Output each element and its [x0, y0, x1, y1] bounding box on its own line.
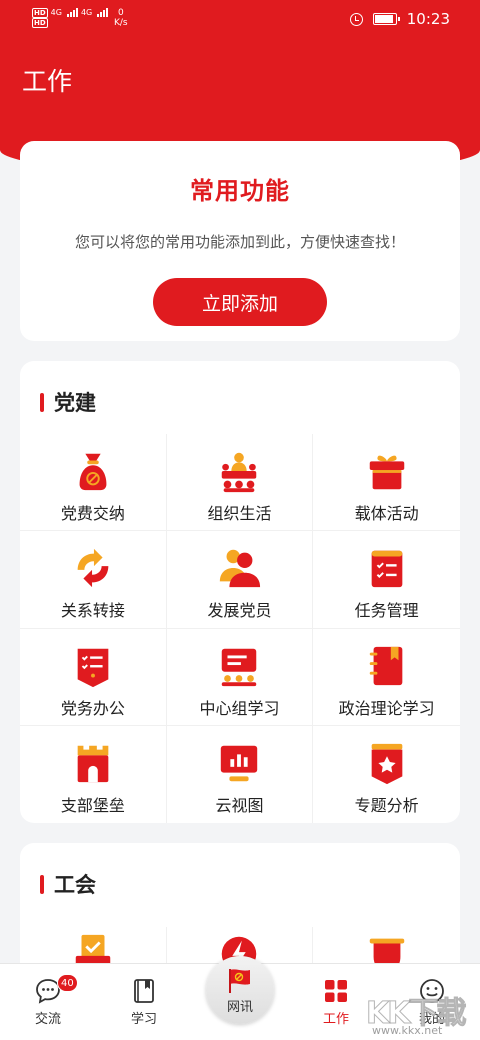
office-doc-icon — [77, 648, 109, 687]
moneybag-icon — [79, 453, 107, 491]
favorites-description: 您可以将您的常用功能添加到此，方便快速查找！ — [74, 233, 405, 251]
tab-study[interactable]: 学习 — [104, 978, 184, 1027]
signal-strength-icon — [97, 8, 109, 17]
signal-area: HD 4G 4G HD — [32, 7, 109, 28]
grid-item-center-group-study[interactable]: 中心组学习 — [166, 628, 314, 726]
chart-monitor-icon — [221, 745, 258, 781]
battery-icon — [372, 13, 400, 25]
grid-item-label: 党务办公 — [60, 698, 125, 718]
tab-exchange[interactable]: 交流 40 — [8, 974, 88, 1027]
tab-work[interactable]: 工作 — [296, 978, 376, 1027]
grid-item-political-theory[interactable]: 政治理论学习 — [313, 629, 460, 726]
tab-news[interactable]: 网讯 — [206, 956, 274, 1024]
party-flag-icon — [229, 969, 250, 993]
favorites-card: 常用功能 您可以将您的常用功能添加到此，方便快速查找！ 立即添加 — [20, 141, 460, 341]
grid-item-label: 关系转接 — [60, 601, 125, 621]
task-list-icon — [371, 551, 402, 588]
grid-item-label: 党费交纳 — [60, 504, 125, 523]
section-accent-bar — [40, 392, 44, 412]
clock: 10:23 — [406, 10, 450, 28]
grid-item-label: 云视图 — [215, 795, 264, 815]
status-bar: HD 4G 4G HD 0 K/s 10:23 — [0, 0, 480, 40]
favorites-title: 常用功能 — [190, 177, 290, 205]
grid-item-label: 支部堡垒 — [60, 795, 125, 815]
grid-item-cloud-view[interactable]: 云视图 — [167, 725, 314, 823]
hd-icon: HD — [32, 7, 48, 18]
star-badge-icon — [371, 743, 402, 784]
grid-item-carrier-activity[interactable]: 载体活动 — [313, 434, 460, 532]
grid-item-label: 发展党员 — [207, 601, 272, 621]
members-icon — [220, 550, 261, 588]
party-section: 党建 党费交纳 组织生活 载体活动 关系转接 发展党员 任务管理 党务办公 中心… — [20, 361, 460, 823]
grid-item-label: 专题分析 — [354, 795, 419, 815]
fortress-icon — [77, 745, 109, 782]
grid-item-label: 中心组学习 — [199, 698, 280, 718]
tab-label: 网讯 — [226, 1000, 253, 1015]
network-type-1: 4G — [50, 8, 62, 17]
hd-icon: HD — [32, 18, 48, 28]
party-section-header: 党建 — [40, 387, 96, 417]
section-accent-bar — [40, 874, 44, 894]
meeting-icon — [222, 452, 257, 493]
grid-item-label: 载体活动 — [354, 504, 419, 523]
party-function-grid: 党费交纳 组织生活 载体活动 关系转接 发展党员 任务管理 党务办公 中心组学习… — [20, 434, 460, 823]
union-section-title: 工会 — [54, 873, 96, 897]
unread-badge: 40 — [57, 974, 78, 992]
grid-item-org-life[interactable]: 组织生活 — [166, 434, 314, 532]
grid-item-party-office[interactable]: 党务办公 — [20, 628, 167, 726]
tab-label: 交流 — [34, 1012, 61, 1027]
grid-item-label: 任务管理 — [354, 601, 419, 621]
grid-item-branch-fortress[interactable]: 支部堡垒 — [20, 725, 167, 823]
notebook-icon — [369, 646, 402, 685]
party-section-title: 党建 — [54, 391, 96, 415]
grid-item-develop-members[interactable]: 发展党员 — [166, 531, 314, 629]
grid-item-label: 政治理论学习 — [338, 698, 435, 718]
tab-label: 学习 — [130, 1012, 157, 1027]
alarm-icon — [349, 12, 363, 26]
book-icon — [134, 979, 154, 1003]
grid-item-party-fee[interactable]: 党费交纳 — [20, 434, 167, 532]
union-section-header: 工会 — [40, 869, 96, 899]
grid-item-label: 组织生活 — [207, 504, 272, 523]
grid-item-relation-transfer[interactable]: 关系转接 — [20, 531, 167, 629]
add-favorites-button[interactable]: 立即添加 — [153, 278, 327, 326]
page-title: 工作 — [22, 67, 73, 96]
grid-apps-icon — [325, 980, 347, 1002]
grid-item-task-management[interactable]: 任务管理 — [313, 531, 460, 629]
gift-box-icon — [369, 455, 404, 490]
tab-label: 工作 — [322, 1012, 349, 1027]
watermark-url: www.kkx.net — [372, 1024, 443, 1037]
watermark: KK下载 www.kkx.net — [366, 988, 476, 1038]
network-type-2: 4G — [80, 8, 93, 17]
signal-strength-icon — [66, 8, 78, 17]
grid-item-topic-analysis[interactable]: 专题分析 — [313, 726, 460, 823]
presentation-icon — [222, 648, 257, 686]
network-speed: 0 K/s — [114, 8, 128, 28]
transfer-arrows-icon — [77, 549, 109, 588]
